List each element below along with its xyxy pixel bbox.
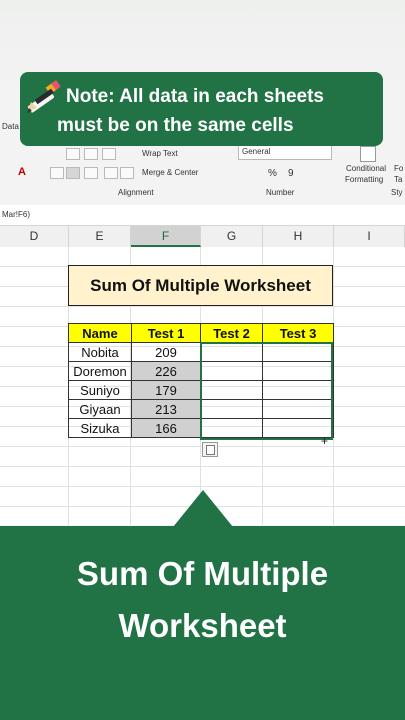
format-as-table-label-1[interactable]: Fo [394, 164, 403, 173]
align-center-button[interactable] [66, 167, 80, 179]
test-1-cell[interactable]: 213 [131, 399, 201, 419]
test-1-cell[interactable]: 179 [131, 380, 201, 400]
note-line-1: Note: All data in each sheets [66, 86, 324, 107]
column-header-row: D E F G H I [0, 226, 405, 248]
increase-indent-button[interactable] [120, 167, 134, 179]
format-as-table-label-2[interactable]: Ta [394, 175, 402, 184]
formula-text: Mar!F6) [2, 210, 30, 219]
note-line-2: must be on the same cells [57, 115, 294, 136]
bottom-title-line-2: Worksheet [118, 607, 287, 644]
column-header-i[interactable]: I [334, 226, 405, 247]
test-1-cell[interactable]: 166 [131, 418, 201, 438]
note-banner: Note: All data in each sheets must be on… [20, 72, 383, 146]
font-color-icon[interactable]: A [18, 166, 26, 178]
test-1-cell[interactable]: 226 [131, 361, 201, 381]
column-header-g[interactable]: G [201, 226, 263, 247]
ribbon-tab-data[interactable]: Data [2, 122, 19, 131]
number-group-label: Number [266, 188, 295, 197]
bottom-arrow [173, 490, 233, 527]
pencil-icon [27, 80, 61, 113]
name-cell[interactable]: Suniyo [68, 380, 132, 400]
comma-style-button[interactable]: 9 [288, 168, 294, 179]
paste-options-icon[interactable] [202, 442, 218, 457]
test-1-cell[interactable]: 209 [131, 342, 201, 362]
align-middle-button[interactable] [84, 148, 98, 160]
column-header-e[interactable]: E [69, 226, 131, 247]
conditional-formatting-icon [360, 146, 376, 162]
selection-outline [200, 342, 333, 440]
number-format-dropdown[interactable]: General [238, 144, 332, 160]
column-header-f[interactable]: F [131, 226, 201, 247]
sheet-title-cell[interactable]: Sum Of Multiple Worksheet [68, 265, 333, 306]
header-cell-name[interactable]: Name [68, 323, 132, 343]
column-header-h[interactable]: H [263, 226, 334, 247]
bottom-title-line-1: Sum Of Multiple [76, 555, 329, 592]
conditional-formatting-label-1[interactable]: Conditional [346, 164, 386, 173]
formula-bar[interactable]: Mar!F6) [0, 205, 405, 226]
column-header-d[interactable]: D [0, 226, 69, 247]
conditional-formatting-label-2[interactable]: Formatting [345, 175, 383, 184]
styles-group-label: Sty [391, 188, 403, 197]
align-bottom-button[interactable] [102, 148, 116, 160]
name-cell[interactable]: Sizuka [68, 418, 132, 438]
header-cell-test-3[interactable]: Test 3 [262, 323, 334, 343]
header-cell-test-1[interactable]: Test 1 [131, 323, 201, 343]
name-cell[interactable]: Nobita [68, 342, 132, 362]
decrease-indent-button[interactable] [104, 167, 118, 179]
name-cell[interactable]: Giyaan [68, 399, 132, 419]
bottom-title: Sum Of Multiple Worksheet [0, 552, 405, 648]
merge-center-button[interactable]: Merge & Center [142, 168, 198, 177]
percent-style-button[interactable]: % [268, 168, 277, 179]
align-left-button[interactable] [50, 167, 64, 179]
table-header-row: Name Test 1 Test 2 Test 3 [68, 323, 334, 343]
name-cell[interactable]: Doremon [68, 361, 132, 381]
align-right-button[interactable] [84, 167, 98, 179]
cursor-plus-icon: + [321, 434, 329, 448]
wrap-text-button[interactable]: Wrap Text [142, 149, 178, 158]
alignment-group-label: Alignment [118, 188, 154, 197]
header-cell-test-2[interactable]: Test 2 [200, 323, 263, 343]
align-top-button[interactable] [66, 148, 80, 160]
